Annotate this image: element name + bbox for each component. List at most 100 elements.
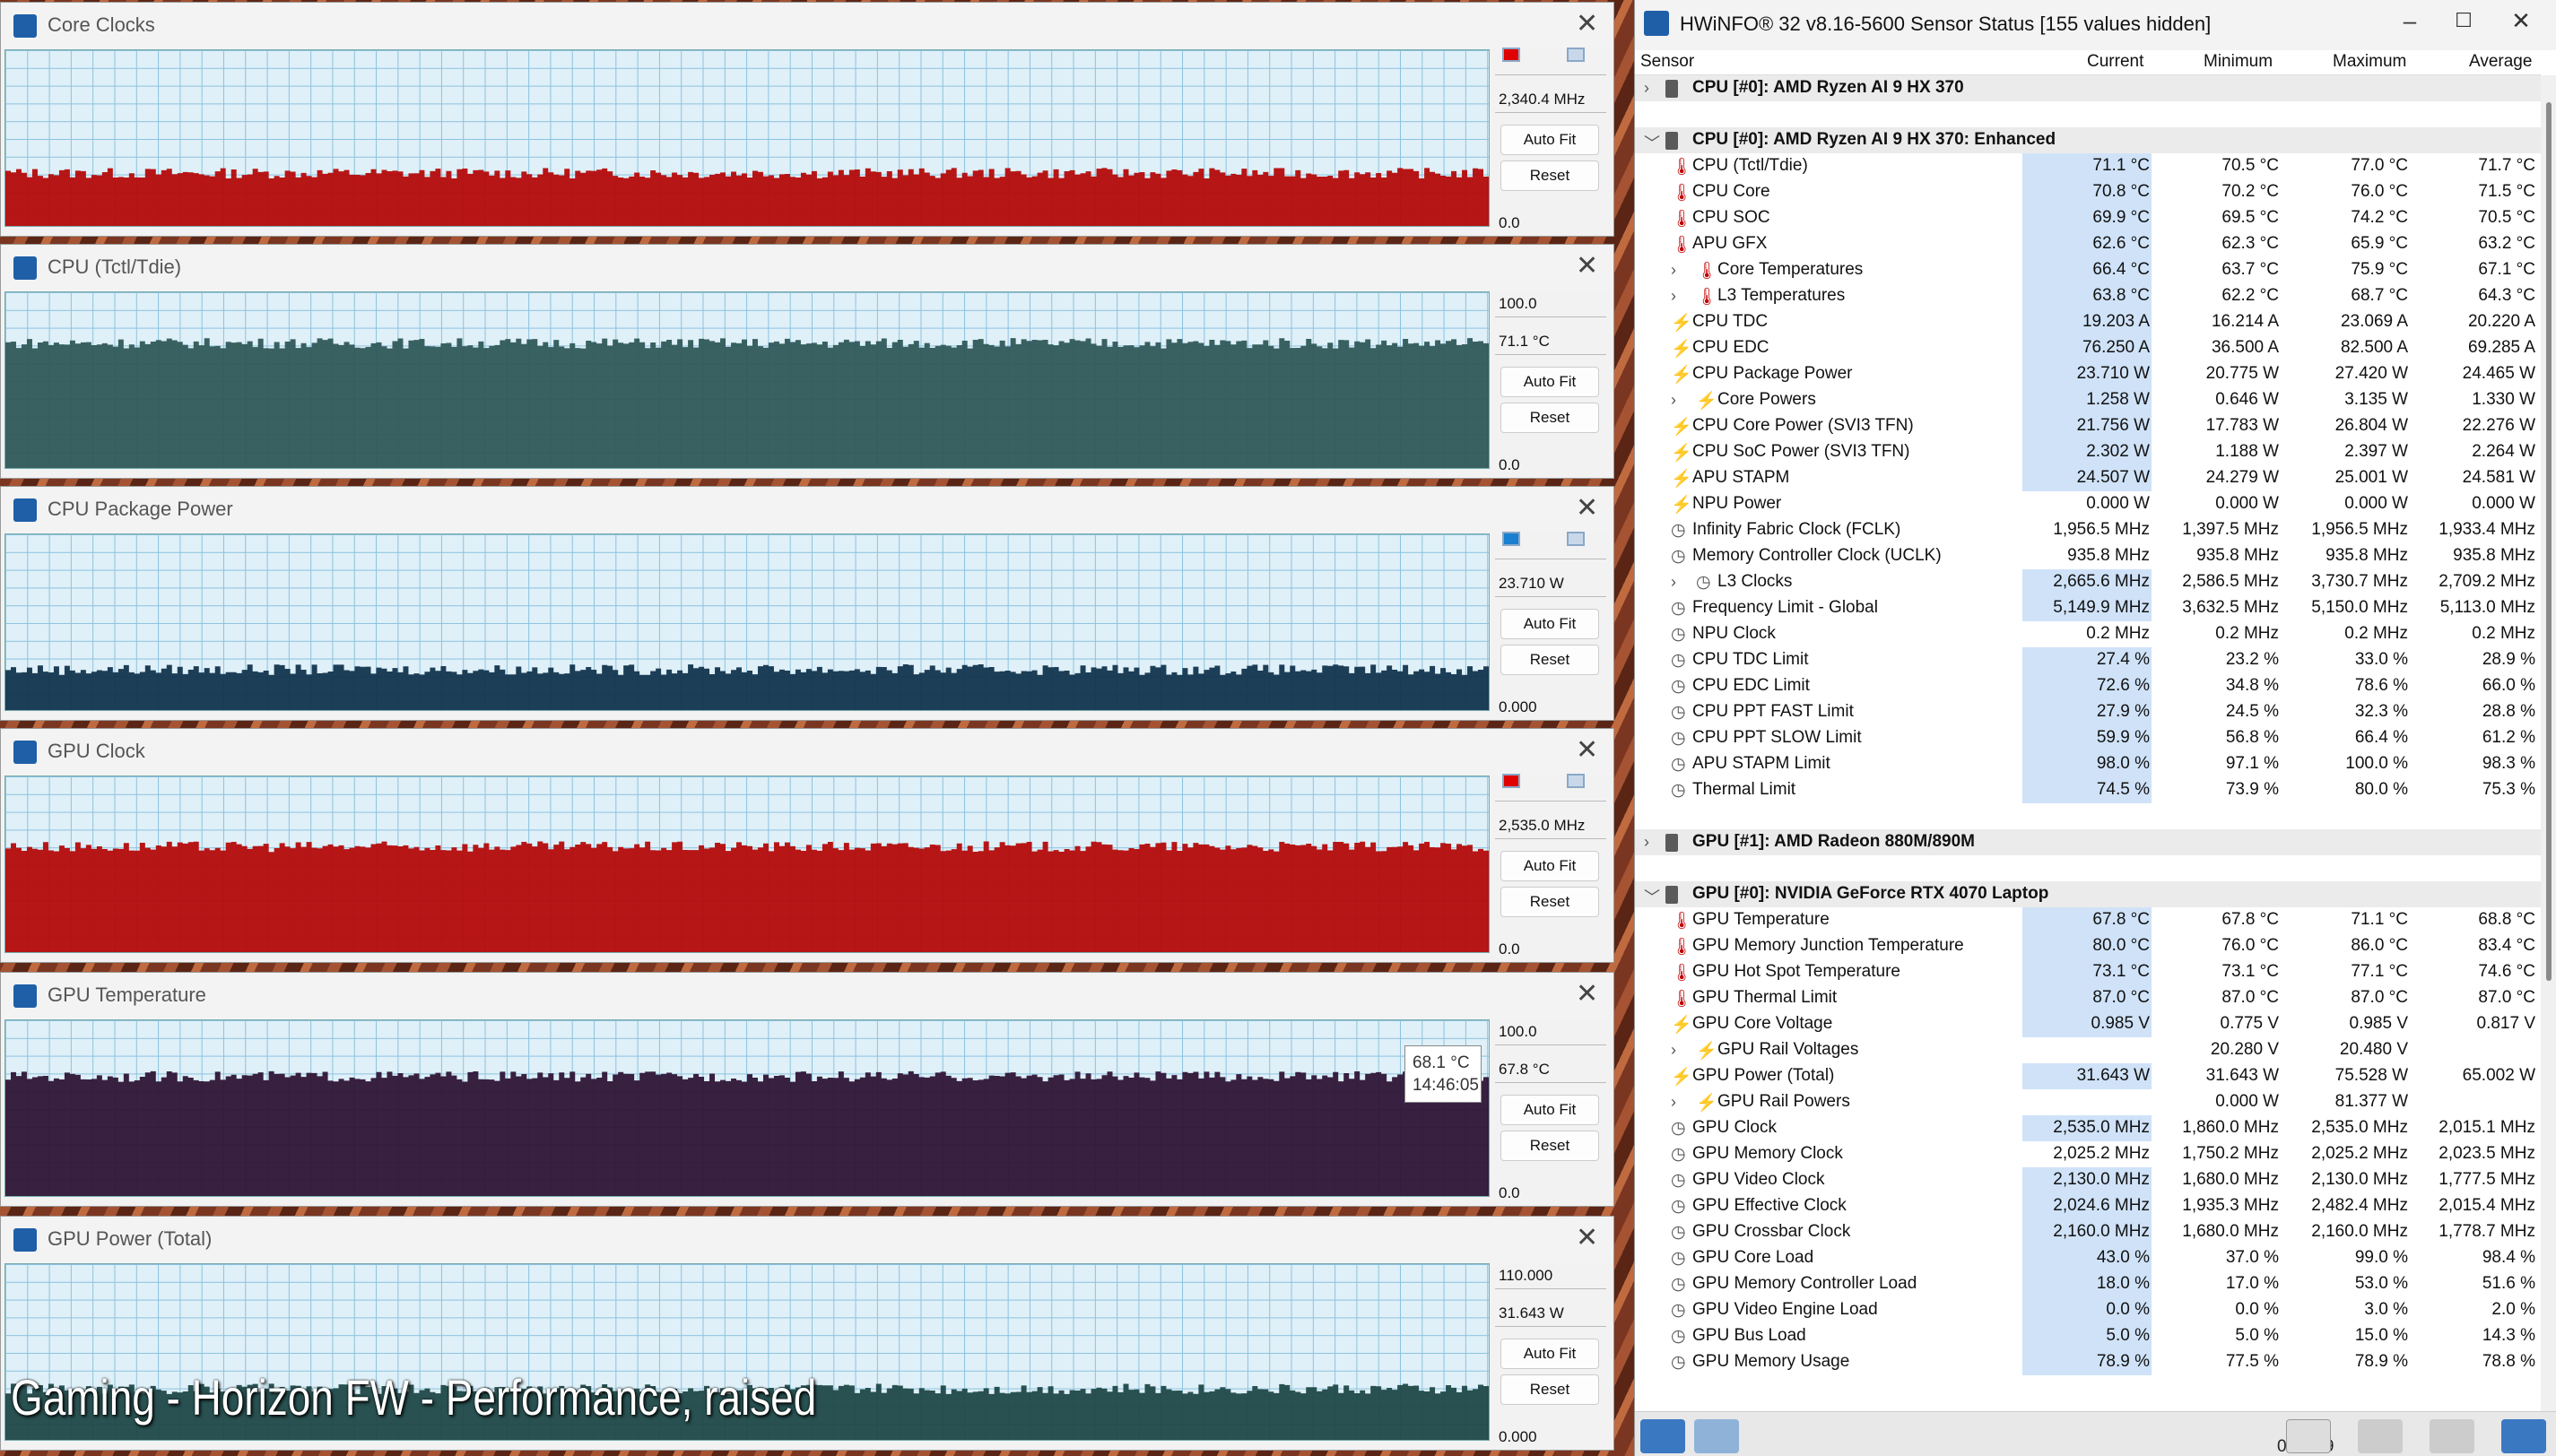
scroll-thumb[interactable] (2546, 102, 2552, 981)
minimize-button[interactable]: – (2383, 7, 2437, 35)
graph-titlebar[interactable]: CPU Package Power ✕ (1, 487, 1613, 533)
col-maximum[interactable]: Maximum (2333, 52, 2406, 72)
chevron-right-icon[interactable]: › (1671, 287, 1676, 306)
sensor-row[interactable]: ◷ CPU PPT FAST Limit 27.9 % 24.5 % 32.3 % 28.… (1635, 699, 2541, 725)
sensor-row[interactable]: ◷ CPU PPT SLOW Limit 59.9 % 56.8 % 66.4 % 61.… (1635, 725, 2541, 751)
col-current[interactable]: Current (2087, 52, 2143, 72)
reset-button[interactable]: Reset (1500, 160, 1599, 191)
sensor-row[interactable]: › ⚡ GPU Rail Powers 0.000 W 81.377 W (1635, 1089, 2541, 1115)
chevron-right-icon[interactable]: › (1671, 391, 1676, 410)
sensor-row[interactable]: ◷ APU STAPM Limit 98.0 % 97.1 % 100.0 % 98.3 … (1635, 751, 2541, 777)
reset-button[interactable]: Reset (1500, 1131, 1599, 1161)
sensor-row[interactable]: ◷ Memory Controller Clock (UCLK) 935.8 MHz… (1635, 543, 2541, 569)
col-average[interactable]: Average (2469, 52, 2532, 72)
graph-plot[interactable] (4, 49, 1490, 227)
sensor-row[interactable]: › ◷ L3 Clocks 2,665.6 MHz 2,586.5 MHz 3,730.7… (1635, 569, 2541, 595)
report-icon[interactable] (2358, 1419, 2403, 1453)
sensor-row[interactable]: ◷ GPU Effective Clock 2,024.6 MHz 1,935.3 M… (1635, 1193, 2541, 1219)
sensor-row[interactable]: ⚡ NPU Power 0.000 W 0.000 W 0.000 W 0.000 W (1635, 491, 2541, 517)
graph-close-icon[interactable]: ✕ (1576, 978, 1598, 1010)
auto-fit-button[interactable]: Auto Fit (1500, 367, 1599, 397)
sensor-row[interactable]: 🌡 GPU Temperature 67.8 °C 67.8 °C 71.1 °C 68.… (1635, 907, 2541, 933)
color-swatch[interactable] (1502, 532, 1520, 546)
graph-close-icon[interactable]: ✕ (1576, 734, 1598, 767)
graph-titlebar[interactable]: GPU Power (Total) ✕ (1, 1217, 1613, 1263)
chevron-right-icon[interactable]: › (1671, 573, 1676, 592)
sensor-group-row[interactable]: ﹀ GPU [#0]: NVIDIA GeForce RTX 4070 Lapto… (1635, 881, 2541, 907)
sensor-row[interactable]: ⚡ CPU Core Power (SVI3 TFN) 21.756 W 17.783… (1635, 413, 2541, 439)
auto-fit-button[interactable]: Auto Fit (1500, 1339, 1599, 1369)
graph-plot[interactable] (4, 291, 1490, 469)
auto-fit-button[interactable]: Auto Fit (1500, 1095, 1599, 1125)
sensor-row[interactable]: ⚡ GPU Core Voltage 0.985 V 0.775 V 0.985 V 0.… (1635, 1011, 2541, 1037)
settings-icon[interactable] (2430, 1419, 2474, 1453)
close-sensors-icon[interactable] (2501, 1419, 2546, 1453)
sensor-row[interactable]: 🌡 CPU SOC 69.9 °C 69.5 °C 74.2 °C 70.5 °C (1635, 205, 2541, 231)
color-swatch[interactable] (1502, 774, 1520, 788)
chevron-right-icon[interactable]: › (1671, 1041, 1676, 1060)
sensor-row[interactable]: ⚡ CPU TDC 19.203 A 16.214 A 23.069 A 20.220 A (1635, 309, 2541, 335)
sensor-row[interactable]: › 🌡 Core Temperatures 66.4 °C 63.7 °C 75.9 °C… (1635, 257, 2541, 283)
sensor-row[interactable]: 🌡 CPU (Tctl/Tdie) 71.1 °C 70.5 °C 77.0 °C 71.… (1635, 153, 2541, 179)
sensor-scrollbar[interactable] (2541, 75, 2556, 1411)
graph-close-icon[interactable]: ✕ (1576, 8, 1598, 40)
sensor-row[interactable]: ◷ GPU Video Clock 2,130.0 MHz 1,680.0 MHz 2,… (1635, 1167, 2541, 1193)
chevron-down-icon[interactable]: ﹀ (1644, 885, 1660, 908)
color-swatch-2[interactable] (1567, 48, 1585, 62)
sensor-row[interactable]: 🌡 APU GFX 62.6 °C 62.3 °C 65.9 °C 63.2 °C (1635, 231, 2541, 257)
sensor-row[interactable]: › ⚡ Core Powers 1.258 W 0.646 W 3.135 W 1.330 … (1635, 387, 2541, 413)
sensor-row[interactable]: 🌡 GPU Thermal Limit 87.0 °C 87.0 °C 87.0 °C 8… (1635, 985, 2541, 1011)
graph-plot[interactable] (4, 776, 1490, 953)
sensor-row[interactable]: 🌡 GPU Hot Spot Temperature 73.1 °C 73.1 °C 7… (1635, 959, 2541, 985)
color-swatch-2[interactable] (1567, 532, 1585, 546)
sensor-row[interactable]: ◷ GPU Clock 2,535.0 MHz 1,860.0 MHz 2,535.0 … (1635, 1115, 2541, 1141)
chevron-right-icon[interactable]: › (1644, 833, 1649, 852)
sensor-row[interactable]: ◷ GPU Memory Clock 2,025.2 MHz 1,750.2 MHz 2… (1635, 1141, 2541, 1167)
sensor-row[interactable]: 🌡 CPU Core 70.8 °C 70.2 °C 76.0 °C 71.5 °C (1635, 179, 2541, 205)
graph-titlebar[interactable]: GPU Temperature ✕ (1, 973, 1613, 1019)
sensor-row[interactable]: ◷ GPU Video Engine Load 0.0 % 0.0 % 3.0 % 2.0… (1635, 1297, 2541, 1323)
color-swatch[interactable] (1502, 48, 1520, 62)
chevron-right-icon[interactable]: › (1644, 79, 1649, 98)
clock-icon[interactable] (2286, 1419, 2331, 1453)
graph-titlebar[interactable]: Core Clocks ✕ (1, 3, 1613, 49)
nav-arrows-2-icon[interactable] (1694, 1419, 1739, 1453)
sensor-row[interactable]: › 🌡 L3 Temperatures 63.8 °C 62.2 °C 68.7 °C 64… (1635, 283, 2541, 309)
reset-button[interactable]: Reset (1500, 403, 1599, 433)
sensor-group-row[interactable]: › CPU [#0]: AMD Ryzen AI 9 HX 370 (1635, 75, 2541, 101)
graph-plot[interactable] (4, 533, 1490, 711)
sensor-row[interactable]: ◷ Infinity Fabric Clock (FCLK) 1,956.5 MHz… (1635, 517, 2541, 543)
sensor-row[interactable]: › ⚡ GPU Rail Voltages 20.280 V 20.480 V (1635, 1037, 2541, 1063)
sensor-list[interactable]: › CPU [#0]: AMD Ryzen AI 9 HX 370 ﹀ CPU [#0… (1635, 75, 2541, 1406)
graph-close-icon[interactable]: ✕ (1576, 250, 1598, 282)
sensor-row[interactable]: ◷ Frequency Limit - Global 5,149.9 MHz 3,63… (1635, 595, 2541, 621)
sensor-row[interactable]: ⚡ CPU SoC Power (SVI3 TFN) 2.302 W 1.188 W 2… (1635, 439, 2541, 465)
sensor-row[interactable]: ◷ GPU Memory Controller Load 18.0 % 17.0 % 5… (1635, 1271, 2541, 1297)
col-sensor[interactable]: Sensor (1640, 52, 1694, 72)
sensor-row[interactable]: ◷ GPU Bus Load 5.0 % 5.0 % 15.0 % 14.3 % (1635, 1323, 2541, 1349)
reset-button[interactable]: Reset (1500, 1374, 1599, 1405)
sensor-row[interactable]: ⚡ APU STAPM 24.507 W 24.279 W 25.001 W 24.581… (1635, 465, 2541, 491)
sensor-row[interactable]: ⚡ CPU EDC 76.250 A 36.500 A 82.500 A 69.285 A (1635, 335, 2541, 361)
auto-fit-button[interactable]: Auto Fit (1500, 609, 1599, 639)
chevron-right-icon[interactable]: › (1671, 1093, 1676, 1112)
reset-button[interactable]: Reset (1500, 645, 1599, 675)
sensor-row[interactable]: 🌡 GPU Memory Junction Temperature 80.0 °C 7… (1635, 933, 2541, 959)
sensor-row[interactable]: ◷ GPU Memory Usage 78.9 % 77.5 % 78.9 % 78.8 … (1635, 1349, 2541, 1375)
color-swatch-2[interactable] (1567, 774, 1585, 788)
sensor-row[interactable]: ◷ NPU Clock 0.2 MHz 0.2 MHz 0.2 MHz 0.2 MHz (1635, 621, 2541, 647)
hwinfo-titlebar[interactable]: HWiNFO® 32 v8.16-5600 Sensor Status [155… (1635, 0, 2556, 50)
sensor-row[interactable]: ◷ GPU Core Load 43.0 % 37.0 % 99.0 % 98.4 % (1635, 1245, 2541, 1271)
maximize-button[interactable]: ☐ (2437, 9, 2491, 32)
col-minimum[interactable]: Minimum (2204, 52, 2273, 72)
chevron-down-icon[interactable]: ﹀ (1644, 131, 1660, 154)
graph-titlebar[interactable]: GPU Clock ✕ (1, 729, 1613, 776)
graph-titlebar[interactable]: CPU (Tctl/Tdie) ✕ (1, 245, 1613, 291)
nav-arrows-icon[interactable] (1640, 1419, 1685, 1453)
graph-close-icon[interactable]: ✕ (1576, 492, 1598, 524)
sensor-row[interactable]: ⚡ GPU Power (Total) 31.643 W 31.643 W 75.528… (1635, 1063, 2541, 1089)
sensor-group-row[interactable]: ﹀ CPU [#0]: AMD Ryzen AI 9 HX 370: Enhanc… (1635, 127, 2541, 153)
sensor-row[interactable]: ◷ CPU EDC Limit 72.6 % 34.8 % 78.6 % 66.0 % (1635, 673, 2541, 699)
chevron-right-icon[interactable]: › (1671, 261, 1676, 280)
auto-fit-button[interactable]: Auto Fit (1500, 125, 1599, 155)
